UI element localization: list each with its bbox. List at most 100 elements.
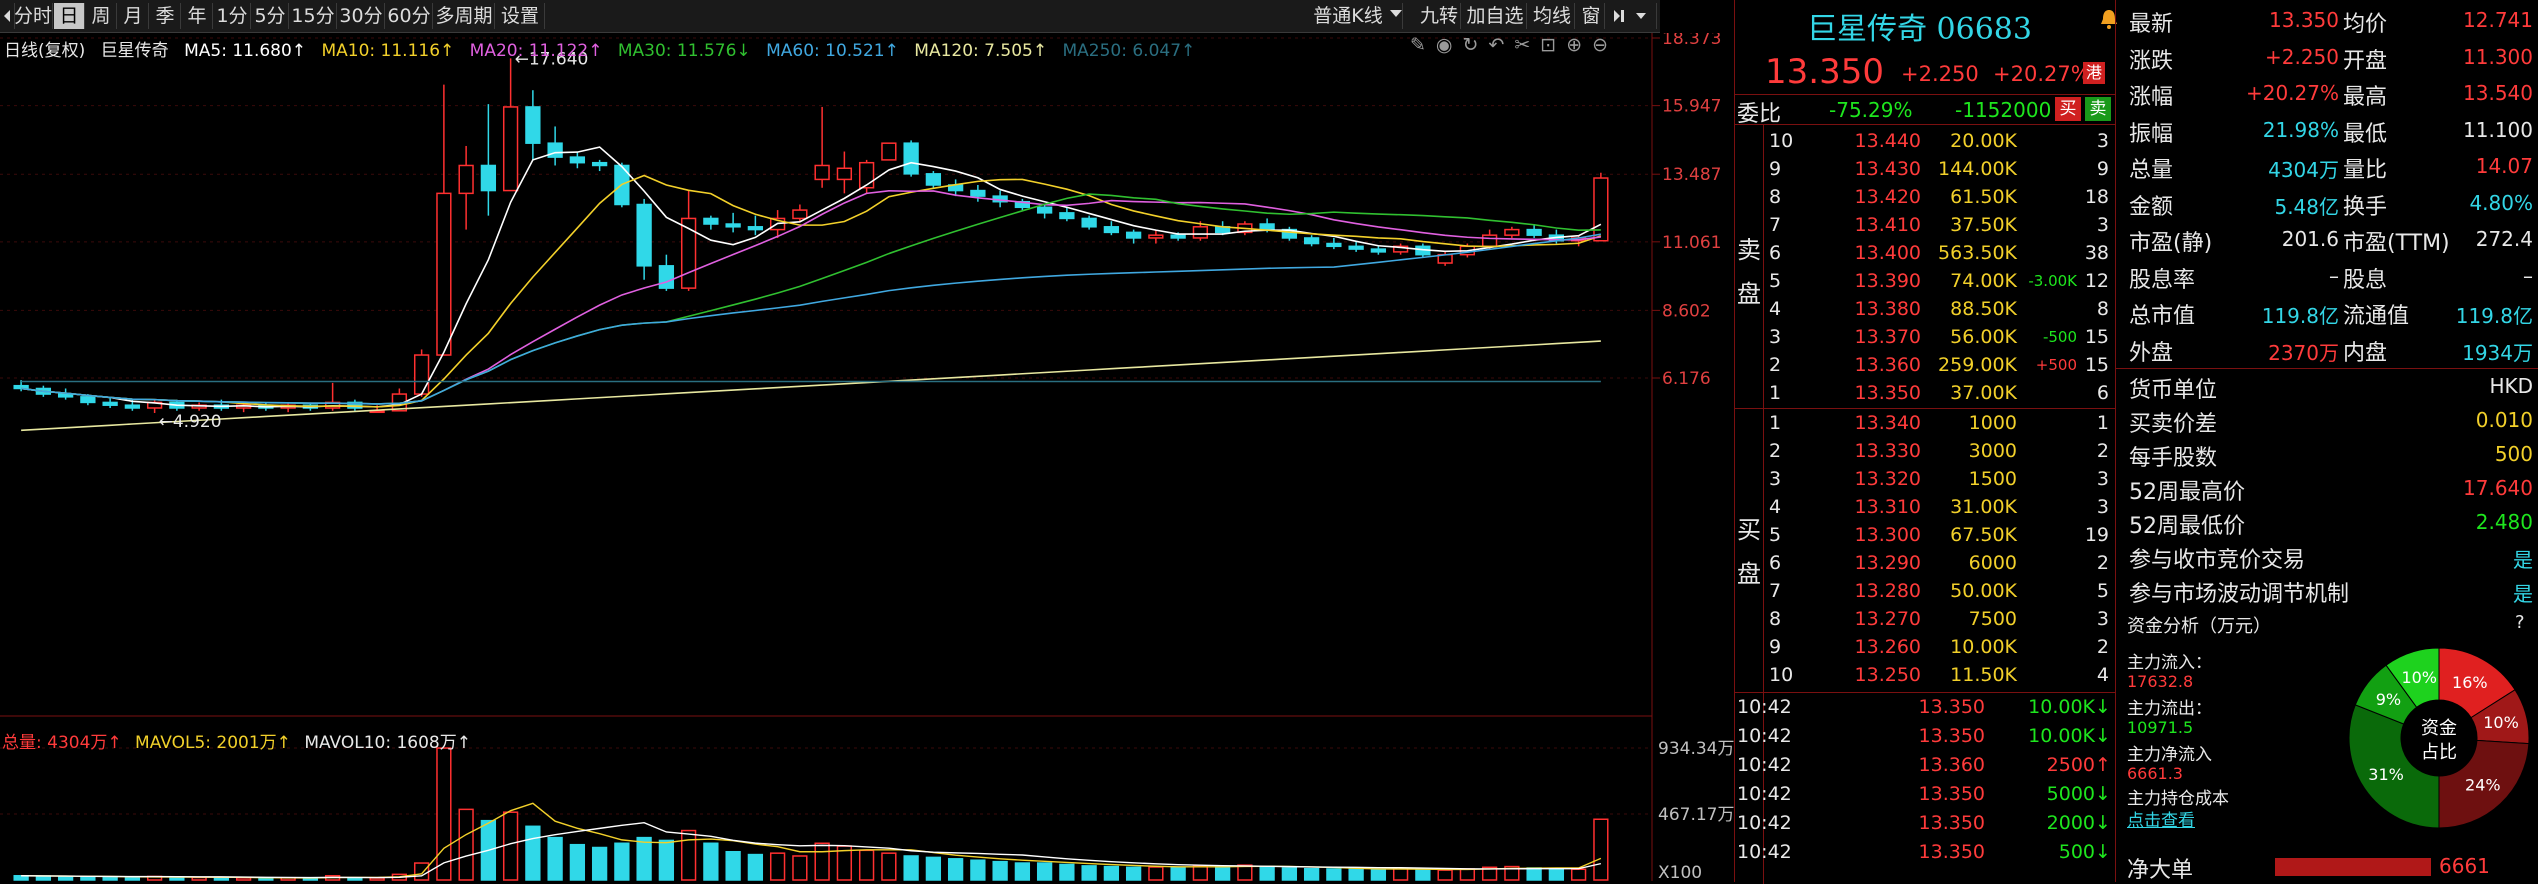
ask-price: 13.390: [1854, 270, 1921, 292]
period-tab-11[interactable]: 多周期: [434, 3, 495, 29]
bid-price: 13.300: [1854, 524, 1921, 546]
volume-bar: [858, 849, 875, 881]
window-menu-icon[interactable]: [1608, 3, 1657, 29]
ask-level: 7: [1769, 214, 1782, 236]
zoom-in-icon[interactable]: ⊕: [1566, 34, 1592, 56]
volume-mavol10: MAVOL10: 1608万↑: [304, 733, 471, 753]
quote-label-left: 股息率: [2129, 267, 2196, 293]
stock-code: 06683: [1936, 12, 2032, 47]
jiuzhuan-button[interactable]: 九转: [1418, 3, 1461, 29]
ma5-line: [21, 146, 1602, 408]
scissors-icon[interactable]: ✂: [1514, 34, 1540, 56]
ma-button[interactable]: 均线: [1530, 3, 1575, 29]
lock-icon[interactable]: ⊡: [1540, 34, 1566, 56]
candle: [280, 402, 296, 413]
price-tick-2: 13.487: [1662, 165, 1721, 185]
period-tab-9[interactable]: 30分: [338, 3, 385, 29]
period-tab-12[interactable]: 设置: [496, 3, 545, 29]
trade-volume: 10.00K: [2028, 725, 2095, 747]
period-tab-4[interactable]: 季: [150, 3, 181, 29]
undo-icon[interactable]: ↶: [1488, 34, 1514, 56]
ma120-line: [21, 340, 1601, 432]
rotate-icon[interactable]: ↻: [1463, 34, 1489, 56]
quote-value-right: 1934万: [2462, 340, 2533, 365]
volume-bar: [1148, 866, 1164, 881]
scroll-left-icon[interactable]: [0, 3, 15, 29]
add-watchlist-button[interactable]: 加自选: [1464, 3, 1527, 29]
ma60-line: [21, 233, 1602, 405]
period-tab-7[interactable]: 5分: [252, 3, 289, 29]
period-tab-10[interactable]: 60分: [386, 3, 433, 29]
eye-icon[interactable]: ◉: [1436, 34, 1463, 56]
fund-out-value: 10971.5: [2127, 718, 2194, 737]
legend-prefix: 日线(复权): [4, 41, 86, 61]
period-tab-8[interactable]: 15分: [290, 3, 337, 29]
ask-level: 3: [1769, 326, 1782, 348]
volume-bar: [1415, 868, 1431, 881]
candle: [458, 145, 474, 230]
volume-bar: [413, 862, 430, 881]
fund-help-icon[interactable]: ?: [2515, 612, 2525, 633]
window-button[interactable]: 窗: [1578, 3, 1605, 29]
fund-in-value: 17632.8: [2127, 672, 2194, 691]
trade-time: 10:42: [1737, 754, 1792, 776]
candle: [347, 399, 363, 411]
volume-bar: [102, 876, 118, 881]
quote-label-right: 均价: [2343, 12, 2388, 37]
bid-side-label: 买 盘: [1737, 516, 1761, 588]
buy-button[interactable]: 买: [2055, 97, 2081, 121]
ask-volume: 88.50K: [1950, 298, 2017, 320]
quote-label-left: 涨跌: [2129, 48, 2174, 74]
bid-price: 13.280: [1854, 580, 1921, 602]
period-tab-1[interactable]: 日: [54, 3, 85, 29]
candle: [881, 142, 897, 161]
ask-count: 38: [2084, 242, 2109, 264]
ask-volume: 74.00K: [1950, 270, 2017, 292]
legend-ma10: MA10: 11.116↑: [321, 41, 455, 61]
pen-icon[interactable]: ✎: [1410, 34, 1436, 56]
bid-volume: 50.00K: [1950, 580, 2017, 602]
candle: [391, 388, 408, 412]
candle: [1303, 235, 1320, 247]
kline-chart[interactable]: 18.37315.94713.48711.0618.6026.176←17.64…: [0, 33, 1740, 881]
info-label: 参与市场波动调节机制: [2129, 582, 2350, 607]
donut-slice-label: 24%: [2465, 776, 2501, 795]
info-label: 52周最低价: [2129, 514, 2245, 539]
period-tab-2[interactable]: 周: [86, 3, 117, 29]
quote-value-left: 13.350: [2269, 8, 2339, 32]
candle: [591, 159, 608, 172]
volume-bar: [1526, 867, 1542, 881]
kline-type-dropdown-icon[interactable]: [1390, 10, 1402, 17]
info-value: 是: [2513, 548, 2533, 572]
ask-count: 15: [2084, 326, 2109, 348]
candle: [636, 198, 652, 280]
kline-type-select[interactable]: 普通K线: [1294, 3, 1403, 29]
candle: [1081, 215, 1097, 230]
volume-bar: [636, 836, 652, 881]
period-tab-5[interactable]: 年: [182, 3, 213, 29]
ask-count: 6: [2096, 382, 2109, 404]
volume-bar: [1570, 868, 1587, 881]
volume-bar: [1281, 867, 1298, 881]
quote-label-right: 最高: [2343, 85, 2388, 110]
volume-bar: [1348, 868, 1364, 881]
period-tab-3[interactable]: 月: [118, 3, 149, 29]
fund-cost-link[interactable]: 点击查看: [2127, 806, 2195, 831]
volume-bar: [725, 850, 741, 881]
sell-button[interactable]: 卖: [2085, 97, 2111, 121]
period-tab-6[interactable]: 1分: [214, 3, 251, 29]
volume-bar: [903, 855, 919, 881]
ask-side-label: 卖 盘: [1737, 236, 1761, 308]
legend-ma30: MA30: 11.576↓: [617, 41, 751, 61]
price-tick-0: 18.373: [1662, 33, 1721, 49]
volume-mavol5: MAVOL5: 2001万↑: [135, 733, 291, 753]
alert-bell-icon[interactable]: [2099, 8, 2119, 34]
trade-time: 10:42: [1737, 841, 1792, 863]
volume-unit: X100: [1658, 863, 1702, 881]
ask-price: 13.410: [1854, 214, 1921, 236]
bid-price: 13.330: [1854, 440, 1921, 462]
bid-price: 13.260: [1854, 636, 1921, 658]
zoom-out-icon[interactable]: ⊖: [1592, 34, 1618, 56]
candle: [480, 104, 497, 216]
period-tab-0[interactable]: 分时: [14, 3, 53, 29]
